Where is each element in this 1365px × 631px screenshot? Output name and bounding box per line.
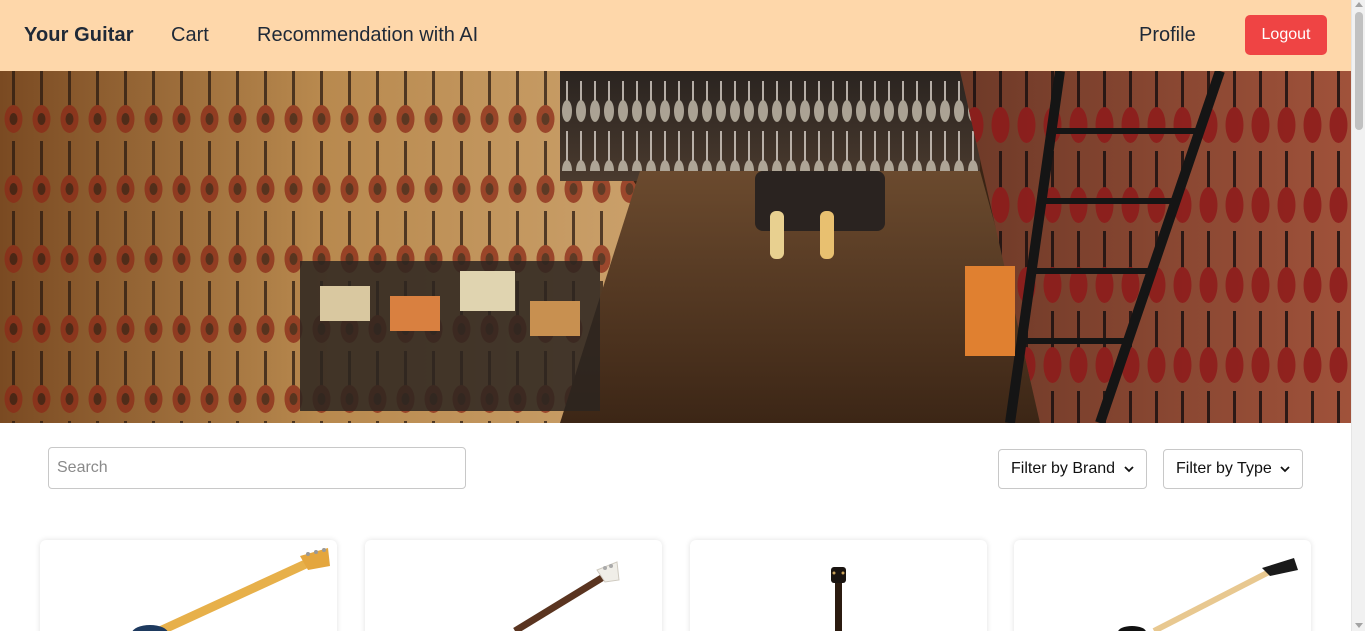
brand-logo[interactable]: Your Guitar: [24, 24, 134, 47]
brand-filter-value: Filter by Brand: [1011, 460, 1116, 477]
scroll-up-arrow-icon[interactable]: [1355, 2, 1363, 7]
product-image: [132, 548, 330, 631]
search-input[interactable]: [48, 447, 466, 489]
scroll-down-arrow-icon[interactable]: [1355, 623, 1363, 628]
product-image: [1118, 558, 1298, 631]
type-filter-value: Filter by Type: [1176, 460, 1272, 477]
nav-cart-link[interactable]: Cart: [171, 24, 209, 47]
logout-button[interactable]: Logout: [1245, 15, 1327, 55]
product-card[interactable]: [1014, 540, 1311, 631]
scrollbar-thumb[interactable]: [1355, 12, 1363, 130]
chevron-down-icon: [1280, 466, 1290, 473]
product-card[interactable]: [40, 540, 337, 631]
type-filter-select[interactable]: Filter by Type: [1163, 449, 1303, 489]
page-scrollbar[interactable]: [1351, 0, 1365, 631]
nav-profile-link[interactable]: Profile: [1139, 24, 1196, 47]
hero-banner-image: [0, 71, 1351, 423]
navbar: Your Guitar Cart Recommendation with AI …: [0, 0, 1351, 71]
product-card[interactable]: [690, 540, 987, 631]
nav-ai-recommendation-link[interactable]: Recommendation with AI: [257, 24, 478, 47]
product-image: [513, 561, 620, 631]
brand-filter-select[interactable]: Filter by Brand: [998, 449, 1147, 489]
product-card[interactable]: [365, 540, 662, 631]
product-image: [831, 567, 846, 631]
chevron-down-icon: [1124, 466, 1134, 473]
